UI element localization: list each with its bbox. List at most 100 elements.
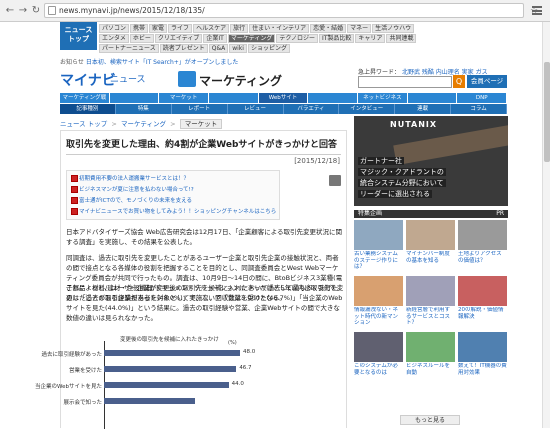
feature-caption[interactable]: 新経営層で利用するサービスとコスト？: [406, 307, 455, 327]
article-type-item[interactable]: バラエティ: [284, 104, 340, 114]
category-item[interactable]: マーケット: [159, 93, 210, 103]
search-button[interactable]: Q: [453, 75, 465, 88]
related-link[interactable]: マイナビニュースでお買い物をしてみよう！！ショッピングチャンネルはこちらから♪: [70, 207, 276, 215]
nav-item[interactable]: 携帯: [130, 24, 149, 33]
nav-item[interactable]: 企業IT: [203, 34, 227, 43]
chart-category-label: 過去に取引経験があった: [41, 352, 102, 358]
feature-item[interactable]: 古い業務システムのステージ作りには？: [354, 220, 403, 271]
feature-caption[interactable]: 古い業務システムのステージ作りには？: [354, 251, 403, 271]
nav-item[interactable]: パソコン: [99, 24, 130, 33]
category-item[interactable]: Webサイト: [258, 93, 309, 103]
feature-item[interactable]: 情報漏洩ない・ネット時代の新マンション: [354, 276, 403, 327]
member-page-button[interactable]: 会員ページ: [467, 75, 507, 88]
nav-item[interactable]: エンタメ: [99, 34, 129, 43]
breadcrumb-item[interactable]: ニュース トップ: [60, 120, 107, 128]
category-item[interactable]: [408, 93, 458, 103]
nav-row: パートナーニュース 読者プレゼント Q&A wiki ショッピング: [99, 44, 459, 53]
menu-icon[interactable]: [532, 6, 542, 15]
nav-item[interactable]: ヘルスケア: [193, 24, 230, 33]
scroll-thumb[interactable]: [544, 62, 550, 162]
feature-item[interactable]: 数えて！IT機器の費用対効果: [458, 332, 507, 383]
article-type-item[interactable]: 連載: [395, 104, 452, 114]
news-top-logo[interactable]: ニュース トップ: [60, 22, 97, 50]
category-item[interactable]: [209, 93, 259, 103]
article-type-item[interactable]: レビュー: [228, 104, 284, 114]
feature-caption[interactable]: ビジネスルールを自動: [406, 363, 455, 383]
feature-thumbnail[interactable]: [354, 332, 403, 362]
address-bar[interactable]: news.mynavi.jp/news/2015/12/18/135/: [44, 3, 524, 18]
feature-item[interactable]: ビジネスルールを自動: [406, 332, 455, 383]
nav-item[interactable]: wiki: [229, 44, 247, 53]
nav-item[interactable]: マネー: [347, 24, 372, 33]
feature-thumbnail[interactable]: [406, 276, 455, 306]
nav-item[interactable]: ライフ: [168, 24, 193, 33]
nav-item[interactable]: IT製品比較: [318, 34, 355, 43]
feature-thumbnail[interactable]: [458, 220, 507, 250]
nav-item[interactable]: 共同連載: [386, 34, 417, 43]
feature-item[interactable]: 土地よりアクセスの価値は？: [458, 220, 507, 271]
marketing-icon: [178, 71, 196, 87]
back-icon[interactable]: ←: [4, 5, 16, 17]
nav-item[interactable]: 住まい・インテリア: [249, 24, 310, 33]
nav-item[interactable]: 生活ノウハウ: [372, 24, 415, 33]
feature-caption[interactable]: このシステムが必要となるのは: [354, 363, 403, 383]
ad-line: リーダーに選出される: [358, 190, 432, 198]
article-type-label: 記事種別: [60, 104, 116, 114]
category-item[interactable]: [110, 93, 160, 103]
feature-thumbnail[interactable]: [458, 332, 507, 362]
nav-item[interactable]: ホビー: [129, 34, 154, 43]
forward-icon[interactable]: →: [17, 5, 29, 17]
article-type-item[interactable]: 特集: [116, 104, 172, 114]
feature-thumbnail[interactable]: [354, 276, 403, 306]
breadcrumb-item[interactable]: マーケティング: [121, 120, 166, 128]
search-input[interactable]: [358, 76, 452, 88]
chart-value-label: 46.7: [239, 365, 252, 371]
nav-item[interactable]: パートナーニュース: [99, 44, 159, 53]
article-type-item[interactable]: レポート: [172, 104, 228, 114]
feature-thumbnail[interactable]: [406, 220, 455, 250]
nav-item[interactable]: 旅行: [230, 24, 249, 33]
category-item[interactable]: ネットビジネス: [358, 93, 408, 103]
feature-item[interactable]: 新経営層で利用するサービスとコスト？: [406, 276, 455, 327]
article-type-item[interactable]: コラム: [451, 104, 507, 114]
category-item[interactable]: [308, 93, 359, 103]
article-type-item[interactable]: インタビュー: [339, 104, 396, 114]
feature-caption[interactable]: 情報漏洩ない・ネット時代の新マンション: [354, 307, 403, 327]
breadcrumb-current[interactable]: マーケット: [179, 119, 223, 129]
related-link[interactable]: 初期費用不要の法人運搬業サービスとは！？: [70, 174, 276, 182]
nav-item[interactable]: マーケティング: [227, 34, 276, 43]
reload-icon[interactable]: ↻: [30, 5, 42, 17]
nav-item[interactable]: クリエイティブ: [154, 34, 203, 43]
nav-item[interactable]: ショッピング: [247, 44, 290, 53]
feature-item[interactable]: 20の解説・価値情報解決: [458, 276, 507, 327]
feature-thumbnail[interactable]: [406, 332, 455, 362]
feature-item[interactable]: マイナンバー制度の基本を知る: [406, 220, 455, 271]
feature-item[interactable]: このシステムが必要となるのは: [354, 332, 403, 383]
nav-item[interactable]: Q&A: [208, 44, 229, 53]
print-icon[interactable]: [329, 175, 341, 186]
category-bar: マーケティング戦略 マーケット Webサイト ネットビジネス DNP: [60, 93, 508, 111]
brand-mark: マイナビ: [60, 73, 116, 89]
related-link[interactable]: ビジネスマンが夏に注意を払わない場合って!?: [70, 185, 276, 193]
feature-caption[interactable]: 土地よりアクセスの価値は？: [458, 251, 507, 271]
nav-item[interactable]: テクノロジー: [276, 34, 318, 43]
chart-value-label: 48.0: [243, 349, 256, 355]
category-item[interactable]: DNP: [457, 93, 508, 103]
related-link[interactable]: 富士通がICTので、モノづくりの未来を支える: [70, 196, 276, 204]
more-button[interactable]: もっと見る: [400, 415, 460, 425]
feature-caption[interactable]: 数えて！IT機器の費用対効果: [458, 363, 507, 383]
feature-caption[interactable]: マイナンバー制度の基本を知る: [406, 251, 455, 271]
nav-item[interactable]: 恋愛・結婚: [310, 24, 347, 33]
category-item[interactable]: マーケティング戦略: [60, 93, 110, 111]
nav-item[interactable]: 読者プレゼント: [159, 44, 208, 53]
feature-thumbnail[interactable]: [354, 220, 403, 250]
scrollbar[interactable]: [542, 22, 550, 428]
sidebar-ad[interactable]: NUTANIX ガートナー社 マジック・クアドラントの 統合システム分野において…: [354, 116, 508, 206]
browser-chrome: ← → ↻ news.mynavi.jp/news/2015/12/18/135…: [0, 0, 550, 22]
feature-caption[interactable]: 20の解説・価値情報解決: [458, 307, 507, 327]
nav-item[interactable]: キャリア: [355, 34, 386, 43]
feature-thumbnail[interactable]: [458, 276, 507, 306]
ad-copy: ガートナー社 マジック・クアドラントの 統合システム分野において リーダーに選出…: [358, 156, 446, 200]
announcement-link[interactable]: 日本初、検索サイト「IT Search+」がオープンしました: [86, 59, 239, 66]
nav-item[interactable]: 家電: [149, 24, 168, 33]
